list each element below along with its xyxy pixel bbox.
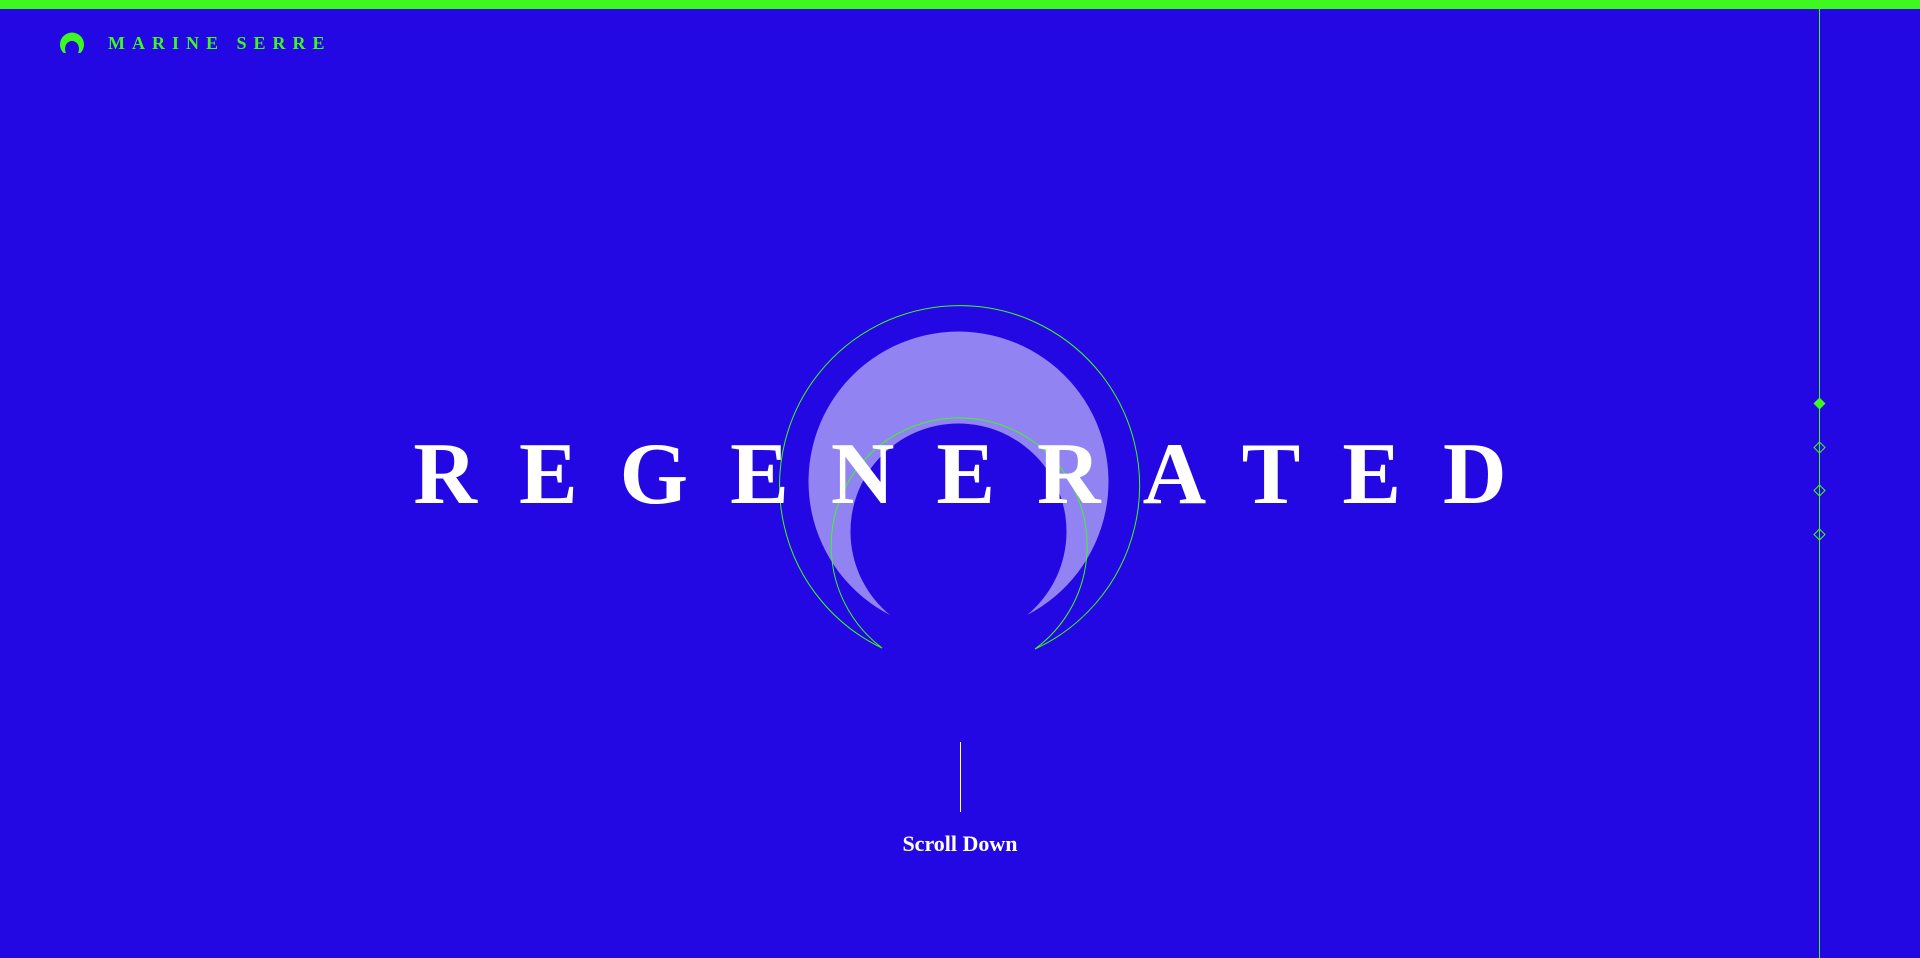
diamond-outline-icon xyxy=(1813,484,1826,497)
diamond-filled-icon xyxy=(1813,397,1826,410)
diamond-outline-icon xyxy=(1813,441,1826,454)
scroll-indicator-line xyxy=(960,742,961,812)
section-nav-item-1[interactable] xyxy=(1813,397,1826,410)
scroll-down-button[interactable]: Scroll Down xyxy=(760,830,1160,858)
section-nav-item-3[interactable] xyxy=(1813,484,1826,497)
hero-title: REGENERATED xyxy=(413,426,1549,523)
section-nav-item-2[interactable] xyxy=(1813,441,1826,454)
diamond-outline-icon xyxy=(1813,528,1826,541)
section-nav-item-4[interactable] xyxy=(1813,528,1826,541)
